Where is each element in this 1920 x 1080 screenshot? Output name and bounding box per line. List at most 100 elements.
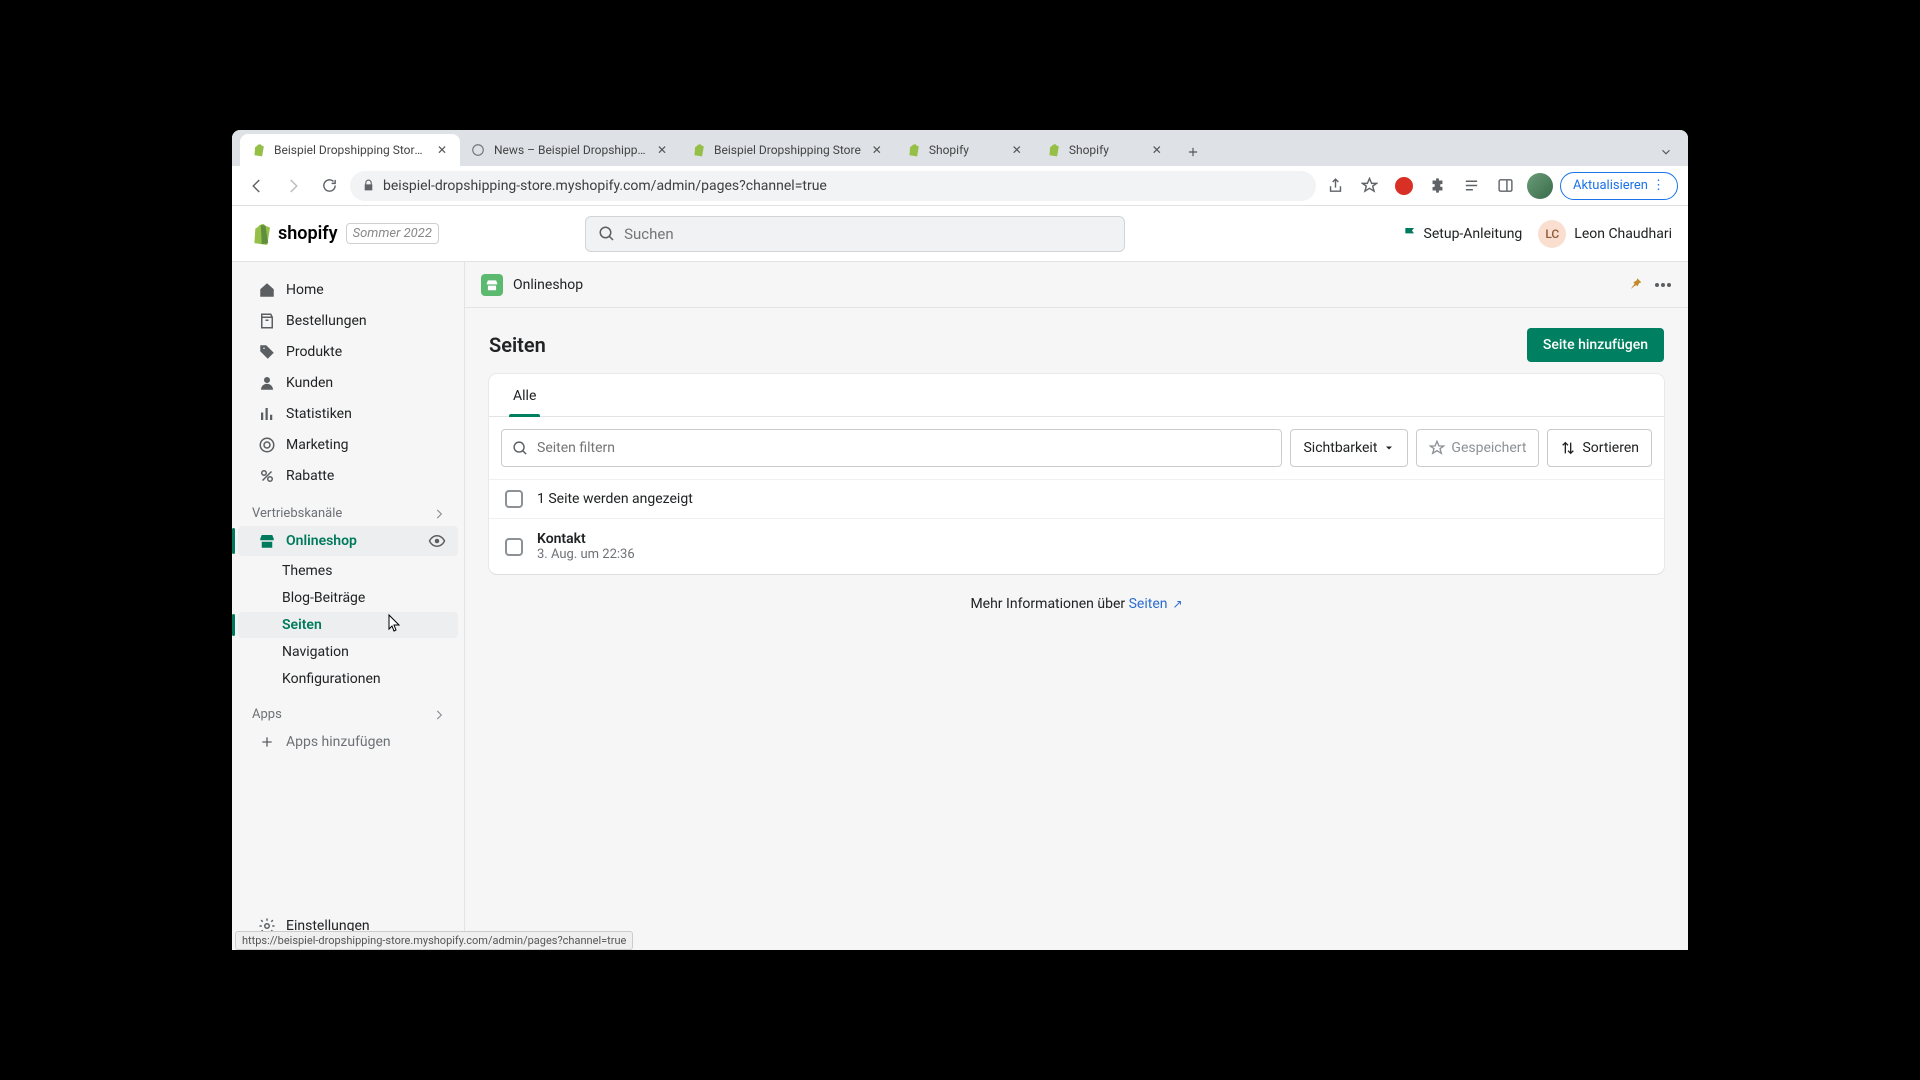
sidebar-item-label: Onlineshop bbox=[286, 533, 357, 549]
filter-input[interactable] bbox=[537, 440, 1271, 456]
saved-button[interactable]: Gespeichert bbox=[1416, 429, 1539, 467]
star-icon bbox=[1429, 440, 1445, 456]
sub-label: Themes bbox=[282, 563, 332, 579]
browser-update-button[interactable]: Aktualisieren ⋮ bbox=[1560, 172, 1678, 200]
more-link-text: Seiten bbox=[1129, 596, 1168, 612]
browser-tab[interactable]: Beispiel Dropshipping Store · S ✕ bbox=[240, 134, 460, 166]
browser-tab[interactable]: Shopify ✕ bbox=[1035, 134, 1175, 166]
shopify-favicon-icon bbox=[250, 142, 266, 158]
address-bar: beispiel-dropshipping-store.myshopify.co… bbox=[232, 166, 1688, 206]
forward-button[interactable] bbox=[278, 171, 308, 201]
home-icon bbox=[258, 281, 276, 299]
tab-all[interactable]: Alle bbox=[501, 374, 548, 416]
caret-down-icon bbox=[1383, 442, 1395, 454]
new-tab-button[interactable] bbox=[1179, 138, 1207, 166]
section-label: Apps bbox=[252, 707, 282, 722]
list-count-text: 1 Seite werden angezeigt bbox=[537, 491, 693, 507]
row-checkbox[interactable] bbox=[505, 538, 523, 556]
visibility-filter-button[interactable]: Sichtbarkeit bbox=[1290, 429, 1408, 467]
table-row[interactable]: Kontakt 3. Aug. um 22:36 bbox=[489, 519, 1664, 574]
onlineshop-channel-icon bbox=[481, 274, 503, 296]
browser-tab[interactable]: Beispiel Dropshipping Store ✕ bbox=[680, 134, 895, 166]
list-header-row: 1 Seite werden angezeigt bbox=[489, 479, 1664, 518]
select-all-checkbox[interactable] bbox=[505, 490, 523, 508]
sidebar-sub-navigation[interactable]: Navigation bbox=[238, 639, 458, 665]
sidebar-item-add-apps[interactable]: Apps hinzufügen bbox=[238, 727, 458, 757]
url-text: beispiel-dropshipping-store.myshopify.co… bbox=[383, 178, 1304, 194]
sidebar-item-products[interactable]: Produkte bbox=[238, 337, 458, 367]
tab-title: Shopify bbox=[929, 143, 1001, 157]
close-icon[interactable]: ✕ bbox=[1149, 142, 1165, 158]
add-page-button[interactable]: Seite hinzufügen bbox=[1527, 328, 1664, 362]
sort-button[interactable]: Sortieren bbox=[1547, 429, 1652, 467]
search-icon bbox=[598, 225, 616, 243]
extensions-icon[interactable] bbox=[1424, 172, 1452, 200]
sidebar-item-orders[interactable]: Bestellungen bbox=[238, 306, 458, 336]
flag-icon bbox=[1402, 226, 1418, 242]
search-input[interactable] bbox=[624, 225, 1112, 243]
sidebar: Home Bestellungen Produkte Kunden bbox=[232, 262, 464, 950]
chevron-right-icon[interactable] bbox=[432, 507, 446, 521]
sidebar-sub-pages[interactable]: Seiten bbox=[238, 612, 458, 638]
close-icon[interactable]: ✕ bbox=[434, 142, 450, 158]
filter-input-wrap[interactable] bbox=[501, 429, 1282, 467]
reading-list-icon[interactable] bbox=[1458, 172, 1486, 200]
pin-icon[interactable] bbox=[1628, 277, 1644, 293]
sidebar-item-discounts[interactable]: Rabatte bbox=[238, 461, 458, 491]
url-box[interactable]: beispiel-dropshipping-store.myshopify.co… bbox=[350, 171, 1316, 201]
orders-icon bbox=[258, 312, 276, 330]
pages-card: Alle Sichtbarkeit Gespeic bbox=[489, 374, 1664, 574]
channel-title: Onlineshop bbox=[513, 277, 583, 293]
plus-icon bbox=[258, 733, 276, 751]
app-header: shopify Sommer 2022 Setup-Anleitung LC L… bbox=[232, 206, 1688, 262]
reload-button[interactable] bbox=[314, 171, 344, 201]
side-panel-icon[interactable] bbox=[1492, 172, 1520, 200]
search-icon bbox=[512, 440, 529, 457]
sidebar-item-marketing[interactable]: Marketing bbox=[238, 430, 458, 460]
tab-title: Beispiel Dropshipping Store bbox=[714, 143, 861, 157]
sub-label: Konfigurationen bbox=[282, 671, 381, 687]
sidebar-sub-themes[interactable]: Themes bbox=[238, 558, 458, 584]
sidebar-item-home[interactable]: Home bbox=[238, 275, 458, 305]
search-box[interactable] bbox=[585, 216, 1125, 252]
sidebar-item-customers[interactable]: Kunden bbox=[238, 368, 458, 398]
user-menu[interactable]: LC Leon Chaudhari bbox=[1538, 220, 1672, 248]
tag-icon bbox=[258, 343, 276, 361]
star-icon[interactable] bbox=[1356, 172, 1384, 200]
channel-header: Onlineshop bbox=[465, 262, 1688, 308]
visibility-label: Sichtbarkeit bbox=[1303, 440, 1377, 456]
extension-adblock-icon[interactable] bbox=[1390, 172, 1418, 200]
sort-label: Sortieren bbox=[1582, 440, 1639, 456]
user-avatar: LC bbox=[1538, 220, 1566, 248]
saved-label: Gespeichert bbox=[1451, 440, 1526, 456]
sub-label: Navigation bbox=[282, 644, 349, 660]
row-meta: 3. Aug. um 22:36 bbox=[537, 547, 635, 562]
back-button[interactable] bbox=[242, 171, 272, 201]
close-icon[interactable]: ✕ bbox=[654, 142, 670, 158]
sub-label: Blog-Beiträge bbox=[282, 590, 365, 606]
discount-icon bbox=[258, 467, 276, 485]
tab-overflow-button[interactable] bbox=[1652, 138, 1680, 166]
close-icon[interactable]: ✕ bbox=[1009, 142, 1025, 158]
sidebar-sub-config[interactable]: Konfigurationen bbox=[238, 666, 458, 692]
setup-guide-link[interactable]: Setup-Anleitung bbox=[1402, 226, 1523, 242]
sidebar-item-analytics[interactable]: Statistiken bbox=[238, 399, 458, 429]
close-icon[interactable]: ✕ bbox=[869, 142, 885, 158]
browser-tab[interactable]: News – Beispiel Dropshipping ✕ bbox=[460, 134, 680, 166]
profile-avatar[interactable] bbox=[1526, 172, 1554, 200]
tab-title: News – Beispiel Dropshipping bbox=[494, 143, 646, 157]
setup-label: Setup-Anleitung bbox=[1424, 226, 1523, 242]
sidebar-item-label: Home bbox=[286, 282, 324, 298]
share-icon[interactable] bbox=[1322, 172, 1350, 200]
eye-icon[interactable] bbox=[428, 532, 446, 550]
sidebar-item-onlineshop[interactable]: Onlineshop bbox=[238, 526, 458, 556]
shopify-favicon-icon bbox=[1045, 142, 1061, 158]
chevron-right-icon[interactable] bbox=[432, 708, 446, 722]
more-info-link[interactable]: Seiten ↗ bbox=[1129, 596, 1183, 612]
browser-tab[interactable]: Shopify ✕ bbox=[895, 134, 1035, 166]
more-icon[interactable] bbox=[1654, 282, 1672, 288]
sidebar-section-apps: Apps bbox=[232, 693, 464, 726]
sidebar-sub-blog[interactable]: Blog-Beiträge bbox=[238, 585, 458, 611]
brand[interactable]: shopify Sommer 2022 bbox=[248, 222, 439, 246]
main-content: Onlineshop Seiten Seite hinzufügen Alle bbox=[464, 262, 1688, 950]
